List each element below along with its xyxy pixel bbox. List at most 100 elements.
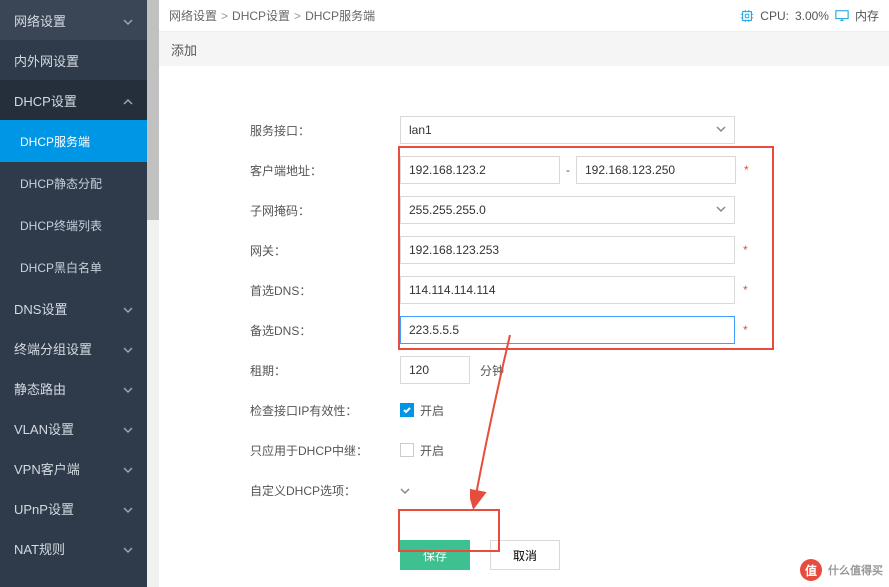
sidebar-item-label: DHCP设置	[14, 91, 77, 110]
checkbox-check[interactable]	[400, 403, 414, 417]
checkbox-text: 开启	[420, 402, 444, 419]
scrollbar-thumb[interactable]	[147, 0, 159, 220]
label-dns1: 首选DNS：	[250, 282, 400, 299]
chevron-down-icon	[123, 503, 133, 513]
button-row: 保存 取消	[400, 540, 749, 570]
label-dns2: 备选DNS：	[250, 322, 400, 339]
chevron-down-icon	[123, 15, 133, 25]
sysinfo: CPU: 3.00% 内存	[740, 7, 879, 24]
cpu-label: CPU:	[760, 9, 789, 23]
sidebar-item-label: 终端分组设置	[14, 339, 92, 358]
sidebar-sub-dhcp-clients[interactable]: DHCP终端列表	[0, 204, 147, 246]
sidebar-item-nat[interactable]: NAT规则	[0, 528, 147, 568]
chevron-down-icon	[123, 343, 133, 353]
select-value: 255.255.255.0	[409, 203, 486, 217]
required-mark: *	[743, 283, 748, 297]
row-client: 客户端地址： - *	[250, 150, 749, 190]
chevron-down-icon[interactable]	[400, 485, 410, 495]
row-relay: 只应用于DHCP中继： 开启	[250, 430, 749, 470]
cancel-button[interactable]: 取消	[490, 540, 560, 570]
lease-unit: 分钟	[480, 362, 504, 379]
label-check: 检查接口IP有效性：	[250, 402, 400, 419]
sidebar-item-upnp[interactable]: UPnP设置	[0, 488, 147, 528]
chevron-down-icon	[123, 463, 133, 473]
sidebar-item-vlan[interactable]: VLAN设置	[0, 408, 147, 448]
sidebar-sub-dhcp-bwlist[interactable]: DHCP黑白名单	[0, 246, 147, 288]
sidebar-sub-label: DHCP终端列表	[20, 217, 102, 234]
required-mark: *	[743, 323, 748, 337]
sidebar-sub-label: DHCP服务端	[20, 133, 90, 150]
label-lease: 租期：	[250, 362, 400, 379]
input-client-end[interactable]	[576, 156, 736, 184]
watermark-text: 什么值得买	[828, 562, 883, 578]
breadcrumb-part[interactable]: DHCP设置	[232, 9, 290, 23]
sidebar-item-label: DNS设置	[14, 299, 67, 318]
sidebar-item-dns[interactable]: DNS设置	[0, 288, 147, 328]
required-mark: *	[744, 163, 749, 177]
breadcrumb-sep: >	[294, 9, 301, 23]
chevron-down-icon	[123, 423, 133, 433]
label-client: 客户端地址：	[250, 162, 400, 179]
select-mask[interactable]: 255.255.255.0	[400, 196, 735, 224]
subhead-title: 添加	[171, 40, 197, 59]
label-gw: 网关：	[250, 242, 400, 259]
sidebar-item-dhcp[interactable]: DHCP设置	[0, 80, 147, 120]
row-mask: 子网掩码： 255.255.255.0	[250, 190, 749, 230]
topbar: 网络设置 > DHCP设置 > DHCP服务端 CPU: 3.00% 内存	[159, 0, 889, 32]
mem-label: 内存	[855, 7, 879, 24]
select-iface[interactable]: lan1	[400, 116, 735, 144]
sidebar-item-label: 内外网设置	[14, 51, 79, 70]
sidebar-item-route[interactable]: 静态路由	[0, 368, 147, 408]
row-custom: 自定义DHCP选项：	[250, 470, 749, 510]
sidebar-sub-dhcp-static[interactable]: DHCP静态分配	[0, 162, 147, 204]
sidebar-item-lanwan[interactable]: 内外网设置	[0, 40, 147, 80]
sidebar-sub-dhcp-server[interactable]: DHCP服务端	[0, 120, 147, 162]
input-gw[interactable]	[400, 236, 735, 264]
chevron-up-icon	[123, 95, 133, 105]
breadcrumb-part: DHCP服务端	[305, 9, 375, 23]
sidebar-item-label: VLAN设置	[14, 419, 74, 438]
label-iface: 服务接口：	[250, 122, 400, 139]
required-mark: *	[743, 243, 748, 257]
label-relay: 只应用于DHCP中继：	[250, 442, 400, 459]
row-lease: 租期： 分钟	[250, 350, 749, 390]
sidebar-item-network[interactable]: 网络设置	[0, 0, 147, 40]
row-dns2: 备选DNS： *	[250, 310, 749, 350]
input-lease[interactable]	[400, 356, 470, 384]
row-dns1: 首选DNS： *	[250, 270, 749, 310]
breadcrumb: 网络设置 > DHCP设置 > DHCP服务端	[169, 7, 375, 24]
input-client-start[interactable]	[400, 156, 560, 184]
chevron-down-icon	[716, 123, 726, 137]
subhead: 添加	[159, 32, 889, 66]
sidebar: 网络设置 内外网设置 DHCP设置 DHCP服务端 DHCP静态分配 DHCP终…	[0, 0, 147, 587]
sidebar-sub-label: DHCP静态分配	[20, 175, 102, 192]
sidebar-item-groups[interactable]: 终端分组设置	[0, 328, 147, 368]
watermark-icon: 值	[800, 559, 822, 581]
save-button[interactable]: 保存	[400, 540, 470, 570]
row-iface: 服务接口： lan1	[250, 110, 749, 150]
watermark: 值 什么值得买	[800, 559, 883, 581]
chevron-down-icon	[716, 203, 726, 217]
cpu-value: 3.00%	[795, 9, 829, 23]
cpu-icon	[740, 9, 754, 23]
select-value: lan1	[409, 123, 432, 137]
sidebar-item-label: UPnP设置	[14, 499, 74, 518]
chevron-down-icon	[123, 303, 133, 313]
form: 服务接口： lan1 客户端地址： - * 子网掩码： 255.255.255.…	[250, 110, 749, 570]
input-dns1[interactable]	[400, 276, 735, 304]
scrollbar[interactable]	[147, 0, 159, 587]
row-gw: 网关： *	[250, 230, 749, 270]
sidebar-item-label: VPN客户端	[14, 459, 80, 478]
sidebar-item-label: 静态路由	[14, 379, 66, 398]
breadcrumb-sep: >	[221, 9, 228, 23]
label-mask: 子网掩码：	[250, 202, 400, 219]
chevron-down-icon	[123, 543, 133, 553]
sidebar-item-vpn[interactable]: VPN客户端	[0, 448, 147, 488]
sidebar-item-label: 网络设置	[14, 11, 66, 30]
sidebar-sub-label: DHCP黑白名单	[20, 259, 102, 276]
sidebar-item-label: NAT规则	[14, 539, 65, 558]
breadcrumb-part[interactable]: 网络设置	[169, 9, 217, 23]
input-dns2[interactable]	[400, 316, 735, 344]
label-custom: 自定义DHCP选项：	[250, 482, 400, 499]
checkbox-relay[interactable]	[400, 443, 414, 457]
